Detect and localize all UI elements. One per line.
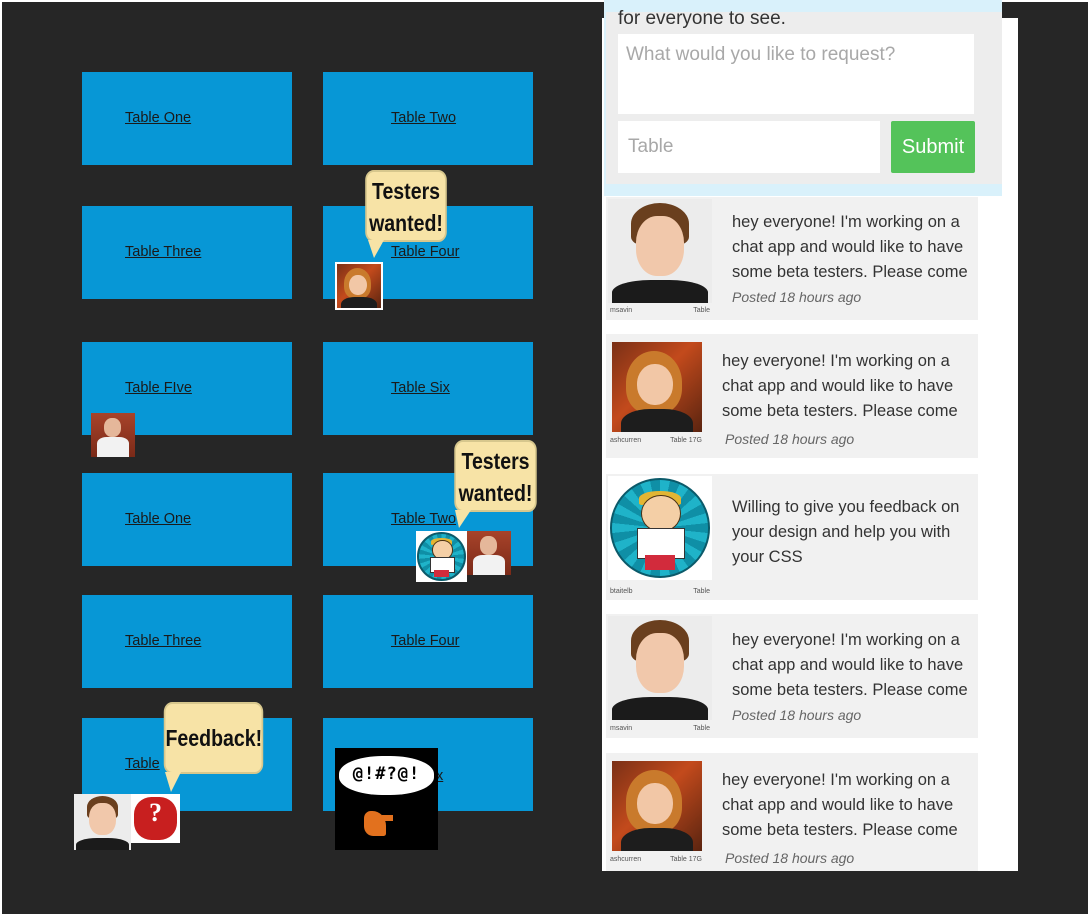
post-table: Table xyxy=(693,588,710,595)
table-input[interactable]: Table xyxy=(618,121,880,173)
bubble-tail xyxy=(165,772,181,792)
feed-post: btaitelb Table Willing to give you feedb… xyxy=(606,474,978,600)
table-link[interactable]: Table Four xyxy=(391,244,460,260)
post-table: Table xyxy=(693,307,710,314)
user-avatar[interactable] xyxy=(467,531,511,575)
table-tile[interactable]: Table Two xyxy=(323,72,533,165)
bubble-tail xyxy=(455,510,471,528)
table-tile[interactable]: Table Three xyxy=(82,206,292,299)
table-link[interactable]: Table xyxy=(125,756,160,772)
user-avatar[interactable]: ? xyxy=(131,794,180,843)
post-meta: btaitelb Table xyxy=(610,588,710,595)
post-avatar[interactable] xyxy=(608,476,712,580)
post-meta: msavin Table xyxy=(610,307,710,314)
speech-bubble: Feedback! xyxy=(163,702,264,774)
bubble-text: Testers wanted! xyxy=(369,178,443,236)
post-timestamp: Posted 18 hours ago xyxy=(725,850,855,866)
post-timestamp: Posted 18 hours ago xyxy=(732,707,862,723)
table-tile[interactable]: Table One xyxy=(82,473,292,566)
post-table: Table 17G xyxy=(670,856,702,863)
user-avatar[interactable] xyxy=(74,794,131,850)
post-message: hey everyone! I'm working on a chat app … xyxy=(732,631,968,699)
post-table: Table 17G xyxy=(670,437,702,444)
bubble-text: Testers wanted! xyxy=(458,448,533,506)
post-meta: msavin Table xyxy=(610,725,710,732)
post-username: btaitelb xyxy=(610,588,633,595)
speech-bubble: Testers wanted! xyxy=(454,440,537,512)
table-tile[interactable]: Table Three xyxy=(82,595,292,688)
post-message: hey everyone! I'm working on a chat app … xyxy=(722,352,958,420)
submit-button[interactable]: Submit xyxy=(891,121,975,173)
feed-post: ashcurren Table 17G hey everyone! I'm wo… xyxy=(606,334,978,458)
user-avatar[interactable] xyxy=(91,413,135,457)
bubble-text: Feedback! xyxy=(165,725,263,751)
post-message: Willing to give you feedback on your des… xyxy=(732,498,960,566)
table-link[interactable]: Table Two xyxy=(391,511,456,527)
table-link[interactable]: Table Three xyxy=(125,244,201,260)
post-username: msavin xyxy=(610,725,633,732)
post-meta: ashcurren Table 17G xyxy=(610,437,710,444)
request-textarea[interactable]: What would you like to request? xyxy=(618,34,974,114)
post-avatar[interactable] xyxy=(612,342,702,432)
post-timestamp: Posted 18 hours ago xyxy=(725,431,855,447)
table-link[interactable]: Table Six xyxy=(391,380,450,396)
post-meta: ashcurren Table 17G xyxy=(610,856,710,863)
post-table: Table xyxy=(693,725,710,732)
table-link[interactable]: Table Two xyxy=(391,110,456,126)
bubble-tail xyxy=(368,240,384,258)
user-avatar[interactable] xyxy=(416,531,467,582)
table-link[interactable]: Table Four xyxy=(391,633,460,649)
table-tile[interactable]: Table Four xyxy=(323,595,533,688)
post-avatar[interactable] xyxy=(612,761,702,851)
user-avatar[interactable] xyxy=(335,262,383,310)
post-username: ashcurren xyxy=(610,437,642,444)
table-link[interactable]: Table FIve xyxy=(125,380,192,396)
pixel-text: @!#?@! xyxy=(352,764,421,785)
table-link[interactable]: Table One xyxy=(125,511,191,527)
post-message: hey everyone! I'm working on a chat app … xyxy=(722,771,958,839)
post-timestamp: Posted 18 hours ago xyxy=(732,289,862,305)
table-link[interactable]: Table Three xyxy=(125,633,201,649)
table-link[interactable]: Table One xyxy=(125,110,191,126)
feed-post: ashcurren Table 17G hey everyone! I'm wo… xyxy=(606,753,978,871)
feed-post: msavin Table hey everyone! I'm working o… xyxy=(606,197,978,320)
feed-post: msavin Table hey everyone! I'm working o… xyxy=(606,614,978,738)
request-heading: for everyone to see. xyxy=(618,8,786,29)
post-username: msavin xyxy=(610,307,633,314)
post-username: ashcurren xyxy=(610,856,642,863)
table-tile[interactable]: Table Six xyxy=(323,342,533,435)
speech-bubble: Testers wanted! xyxy=(365,170,447,242)
post-avatar[interactable] xyxy=(608,199,712,303)
post-message: hey everyone! I'm working on a chat app … xyxy=(732,213,968,281)
user-avatar[interactable]: @!#?@! xyxy=(335,748,438,850)
table-tile[interactable]: Table One xyxy=(82,72,292,165)
post-avatar[interactable] xyxy=(608,616,712,720)
